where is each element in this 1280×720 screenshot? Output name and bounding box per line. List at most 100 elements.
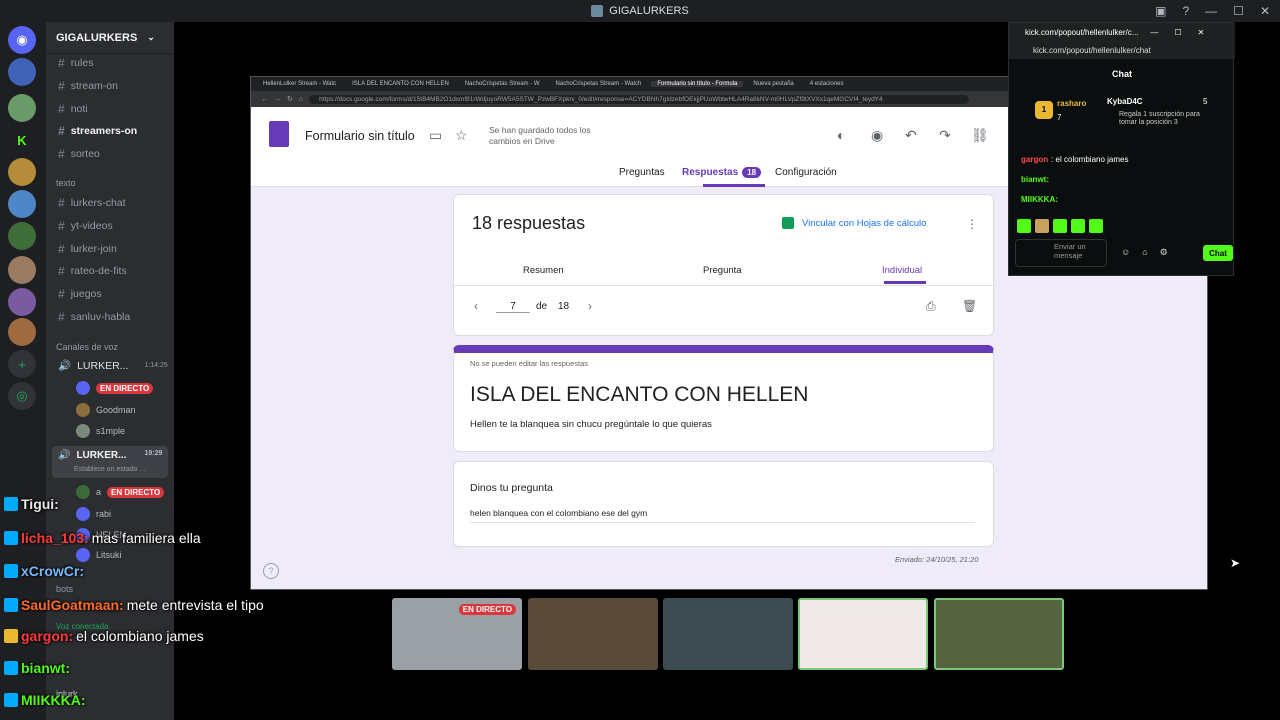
server-icon[interactable] xyxy=(8,318,36,346)
star-icon[interactable]: ☆ xyxy=(455,127,468,144)
browser-tab[interactable]: 4 estaciones xyxy=(804,81,850,87)
inbox-icon[interactable]: ▣ xyxy=(1155,4,1166,18)
subtab-resumen[interactable]: Resumen xyxy=(523,265,564,276)
emote-icon[interactable] xyxy=(1017,219,1031,233)
participant-thumbnail[interactable] xyxy=(798,598,928,670)
voice-user[interactable]: EN DIRECTO xyxy=(76,381,154,395)
tab-preguntas[interactable]: Preguntas xyxy=(619,167,665,178)
help-icon[interactable]: ? xyxy=(263,563,279,579)
participant-thumbnail[interactable] xyxy=(934,598,1064,670)
print-icon[interactable]: ⎙ xyxy=(926,299,936,314)
emote-icon[interactable] xyxy=(1035,219,1049,233)
voice-user[interactable]: Litsuki xyxy=(76,548,122,562)
gift-user[interactable]: rasharo xyxy=(1057,99,1086,108)
emote-icon[interactable] xyxy=(1071,219,1085,233)
channel-rateo-de-fits[interactable]: # rateo-de-fits xyxy=(58,264,127,278)
gift-message: Regala 1 suscripción para tomar la posic… xyxy=(1119,111,1200,126)
form-title[interactable]: Formulario sin título xyxy=(305,129,415,143)
next-response-icon[interactable]: › xyxy=(588,299,592,313)
kick-message-input[interactable]: Enviar un mensaje xyxy=(1015,239,1107,267)
server-icon[interactable] xyxy=(8,58,36,86)
server-icon[interactable] xyxy=(8,222,36,250)
link-icon[interactable]: ⛓ xyxy=(971,127,989,144)
reload-icon[interactable]: ↻ xyxy=(287,95,293,103)
channel-yt-videos[interactable]: # yt-videos xyxy=(58,219,113,233)
server-icon[interactable] xyxy=(8,158,36,186)
url-field[interactable]: https://docs.google.com/forms/d/15tB4MB2… xyxy=(309,94,970,104)
channel-rules[interactable]: # rules xyxy=(58,56,93,70)
minimize-button[interactable]: — xyxy=(1205,4,1217,18)
add-server-icon[interactable]: + xyxy=(8,350,36,378)
tab-configuracion[interactable]: Configuración xyxy=(775,167,837,178)
kick-send-button[interactable]: Chat xyxy=(1203,245,1233,261)
delete-icon[interactable]: 🗑 xyxy=(962,299,977,313)
subtab-individual[interactable]: Individual xyxy=(882,265,922,276)
browser-tab[interactable]: NachoCrispetas Stream - W xyxy=(459,81,546,87)
voice-user[interactable]: a EN DIRECTO xyxy=(76,485,165,499)
browser-tab[interactable]: Nueva pestaña xyxy=(747,81,799,87)
channel-juegos[interactable]: # juegos xyxy=(58,287,102,301)
browser-tab-active[interactable]: Formulario sin título - Formula xyxy=(651,81,744,87)
link-sheets-button[interactable]: Vincular con Hojas de cálculo xyxy=(782,217,926,229)
redo-icon[interactable]: ↷ xyxy=(939,127,951,144)
server-icon[interactable] xyxy=(8,190,36,218)
voice-user[interactable]: Goodman xyxy=(76,403,136,417)
emoji-icon[interactable]: ☺ xyxy=(1121,247,1130,258)
kick-address[interactable]: kick.com/popout/hellenlulker/chat xyxy=(1009,41,1235,59)
channel-stream-on[interactable]: # stream-on xyxy=(58,79,118,93)
browser-tab[interactable]: ISLA DEL ENCANTO CON HELLEN xyxy=(346,81,455,87)
emote-icon[interactable] xyxy=(1053,219,1067,233)
channel-lurkers-chat[interactable]: # lurkers-chat xyxy=(58,196,126,210)
close-button[interactable]: ✕ xyxy=(1260,4,1270,18)
server-icon[interactable] xyxy=(8,256,36,284)
explore-icon[interactable]: ◎ xyxy=(8,382,36,410)
more-options-icon[interactable]: ⋮ xyxy=(966,217,978,231)
forms-logo-icon[interactable] xyxy=(269,121,289,147)
channel-noti[interactable]: # noti xyxy=(58,102,88,116)
shop-icon[interactable]: ⌂ xyxy=(1142,247,1147,258)
badge-icon xyxy=(4,629,18,643)
minimize-button[interactable]: — xyxy=(1150,28,1158,37)
channel-lurker-join[interactable]: # lurker-join xyxy=(58,242,117,256)
kick-server-icon[interactable]: K xyxy=(8,126,36,154)
maximize-button[interactable]: ☐ xyxy=(1174,28,1181,37)
participant-thumbnail[interactable] xyxy=(528,598,658,670)
emote-icon[interactable] xyxy=(1089,219,1103,233)
undo-icon[interactable]: ↶ xyxy=(905,127,917,144)
palette-icon[interactable]: ◐ xyxy=(837,127,845,143)
browser-tab[interactable]: HellenLulker Stream - Watc xyxy=(257,81,342,87)
folder-icon[interactable]: ▭ xyxy=(429,127,442,144)
maximize-button[interactable]: ☐ xyxy=(1233,4,1244,18)
voice-channel-1[interactable]: 🔊 LURKER... 1:14:25 xyxy=(58,359,168,373)
server-name-header[interactable]: GIGALURKERS ⌄ xyxy=(46,22,174,54)
channel-sorteo[interactable]: # sorteo xyxy=(58,147,100,161)
forward-icon[interactable]: → xyxy=(274,96,281,103)
category-voz[interactable]: Canales de voz xyxy=(56,342,118,352)
server-icon[interactable] xyxy=(8,94,36,122)
subtab-pregunta[interactable]: Pregunta xyxy=(703,265,742,276)
browser-tab[interactable]: NachoCrispetas Stream - Watch xyxy=(550,81,648,87)
prev-response-icon[interactable]: ‹ xyxy=(474,299,478,313)
window-title: GIGALURKERS xyxy=(609,5,689,17)
category-bots[interactable]: bots xyxy=(56,584,73,594)
help-icon[interactable]: ? xyxy=(1182,4,1189,18)
discord-home-icon[interactable]: ◉ xyxy=(8,26,36,54)
back-icon[interactable]: ← xyxy=(261,96,268,103)
response-index-input[interactable]: 7 xyxy=(496,301,530,313)
voice-user[interactable]: rabi xyxy=(76,507,111,521)
avatar xyxy=(76,548,90,562)
stream-thumbnail[interactable]: EN DIRECTO xyxy=(392,598,522,670)
gift-user-2[interactable]: KybaD4C xyxy=(1107,97,1143,106)
close-button[interactable]: ✕ xyxy=(1198,28,1205,37)
home-icon[interactable]: ⌂ xyxy=(299,96,303,103)
category-texto[interactable]: texto xyxy=(56,178,76,188)
voice-user[interactable]: s1mple xyxy=(76,424,125,438)
settings-icon[interactable]: ⚙ xyxy=(1160,247,1168,258)
preview-eye-icon[interactable]: ◉ xyxy=(871,127,883,144)
channel-sanluv-habla[interactable]: # sanluv-habla xyxy=(58,310,130,324)
voice-channel-2[interactable]: 🔊 LURKER... 19:29 Establece un estado ... xyxy=(52,446,168,478)
server-icon[interactable] xyxy=(8,288,36,316)
participant-thumbnail[interactable] xyxy=(663,598,793,670)
tab-respuestas[interactable]: Respuestas 18 xyxy=(682,167,762,178)
channel-streamers-on[interactable]: # streamers-on xyxy=(58,124,137,138)
